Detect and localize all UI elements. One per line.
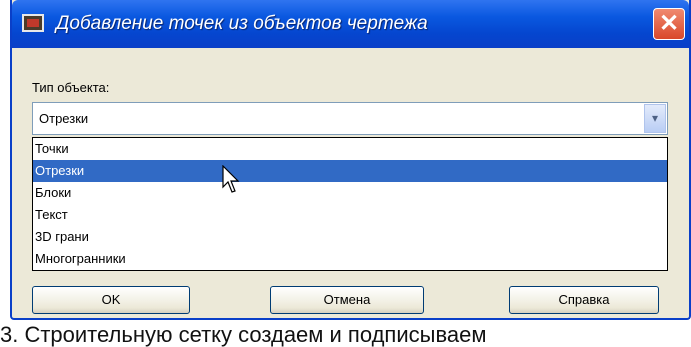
caption-text: 3. Строительную сетку создаем и подписыв… — [0, 322, 487, 347]
mouse-pointer-icon — [222, 165, 240, 193]
object-type-combobox[interactable]: Отрезки ▾ — [32, 102, 668, 135]
dropdown-item[interactable]: 3D грани — [33, 226, 667, 248]
title-bar[interactable]: Добавление точек из объектов чертежа ✕ — [12, 0, 689, 48]
dropdown-item[interactable]: Текст — [33, 204, 667, 226]
dialog-window: Добавление точек из объектов чертежа ✕ Т… — [10, 0, 691, 320]
app-icon — [22, 14, 44, 32]
close-button[interactable]: ✕ — [653, 8, 685, 40]
ok-button[interactable]: OK — [32, 286, 190, 314]
object-type-label: Тип объекта: — [32, 80, 110, 95]
combobox-selected-value: Отрезки — [39, 111, 89, 126]
help-button[interactable]: Справка — [509, 286, 659, 314]
chevron-down-icon: ▾ — [651, 111, 659, 125]
dropdown-item[interactable]: Многогранники — [33, 248, 667, 270]
dialog-title: Добавление точек из объектов чертежа — [56, 13, 428, 34]
dropdown-item[interactable]: Отрезки — [33, 160, 667, 182]
dropdown-arrow-button[interactable]: ▾ — [644, 104, 666, 133]
cancel-button[interactable]: Отмена — [270, 286, 424, 314]
object-type-dropdown-list: Точки Отрезки Блоки Текст 3D грани Многогранн… — [32, 137, 668, 271]
close-icon: ✕ — [658, 10, 680, 37]
dropdown-item[interactable]: Точки — [33, 138, 667, 160]
dropdown-item[interactable]: Блоки — [33, 182, 667, 204]
